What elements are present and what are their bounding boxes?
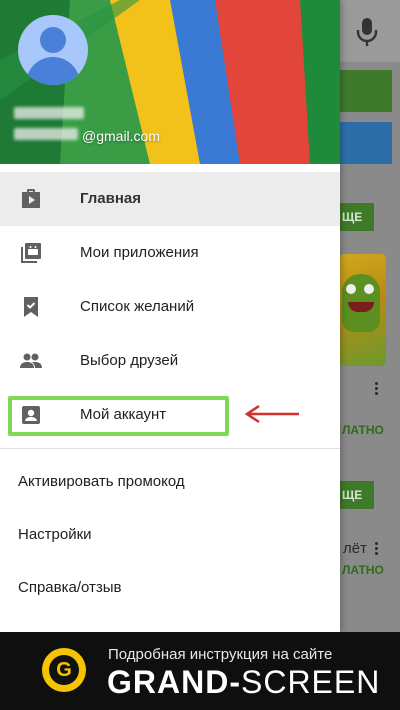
shop-bag-icon <box>22 189 40 208</box>
voice-search-button <box>340 0 400 62</box>
menu-item-redeem[interactable]: Активировать промокод <box>0 455 340 508</box>
background-app-thumbnail <box>340 254 386 366</box>
navigation-drawer: @gmail.com Главная Мои приложения Список… <box>0 0 340 632</box>
drawer-secondary-menu: Активировать промокод Настройки Справка/… <box>0 455 340 614</box>
wishlist-bookmark-icon <box>24 297 38 317</box>
menu-divider <box>0 448 340 449</box>
brand-thin: SCREEN <box>240 664 381 700</box>
more-vert-icon <box>370 381 382 397</box>
drawer-menu: Главная Мои приложения Список желаний Вы… <box>0 172 340 614</box>
menu-item-label: Главная <box>80 190 142 207</box>
menu-item-label: Выбор друзей <box>80 352 179 369</box>
grand-screen-logo-icon: G <box>42 648 86 692</box>
menu-item-settings[interactable]: Настройки <box>0 508 340 561</box>
red-arrow-icon <box>244 404 299 424</box>
drawer-header: @gmail.com <box>0 0 340 164</box>
banner-brand: GRAND-SCREEN <box>107 664 380 701</box>
blurred-email <box>14 128 78 140</box>
people-icon <box>20 353 42 368</box>
menu-item-home[interactable]: Главная <box>0 172 340 226</box>
my-apps-icon <box>21 243 41 263</box>
menu-item-label: Мои приложения <box>80 244 199 261</box>
highlight-box <box>8 396 229 436</box>
background-app-title: лёт <box>343 540 367 557</box>
menu-item-wishlist[interactable]: Список желаний <box>0 280 340 334</box>
background-install-button: ЩЕ <box>340 203 374 231</box>
microphone-icon <box>356 18 378 46</box>
blurred-name <box>14 107 84 119</box>
account-email[interactable]: @gmail.com <box>82 128 160 144</box>
menu-item-label: Список желаний <box>80 298 195 315</box>
banner-subtitle: Подробная инструкция на сайте <box>108 646 333 663</box>
background-install-button-2: ЩЕ <box>340 481 374 509</box>
menu-item-my-apps[interactable]: Мои приложения <box>0 226 340 280</box>
background-blue-banner <box>340 122 392 164</box>
avatar[interactable] <box>18 15 88 85</box>
background-free-label-2: ЛАТНО <box>342 563 384 577</box>
background-green-banner <box>340 70 392 112</box>
brand-bold: GRAND- <box>107 664 241 700</box>
menu-item-help-feedback[interactable]: Справка/отзыв <box>0 561 340 614</box>
menu-item-friends[interactable]: Выбор друзей <box>0 334 340 388</box>
background-free-label: ЛАТНО <box>342 423 384 437</box>
logo-letter: G <box>49 655 79 685</box>
more-vert-icon-2 <box>370 541 382 557</box>
